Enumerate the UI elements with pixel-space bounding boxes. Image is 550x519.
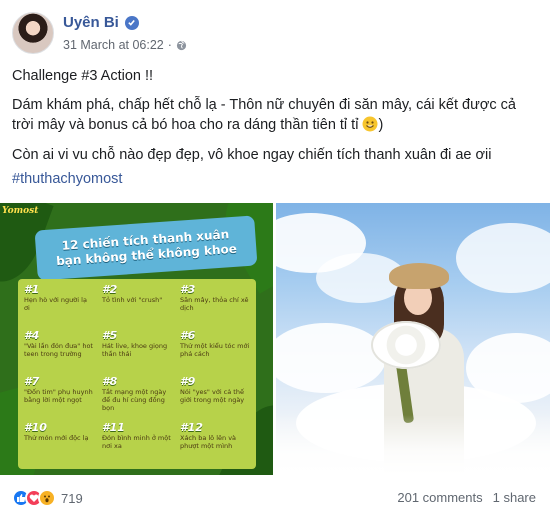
post-stats: 201 comments 1 share	[397, 490, 536, 505]
challenge-number: #3	[180, 283, 196, 296]
challenge-text: Xách ba lô lên và phượt một mình	[180, 434, 237, 450]
cloud	[456, 223, 550, 293]
author-name[interactable]: Uyên Bi	[63, 14, 119, 31]
challenge-text: "Đốn tim" phụ huynh bằng lời một ngọt	[24, 388, 93, 404]
post-text-paren: )	[378, 117, 384, 133]
meta-separator: ·	[167, 38, 172, 52]
flower-bouquet	[371, 321, 441, 369]
challenge-item: #1 Hẹn hò với người lạ ơi	[24, 283, 94, 312]
post-meta: 31 March at 06:22 ·	[63, 38, 187, 52]
verified-badge-icon	[124, 15, 139, 30]
challenge-number: #4	[24, 329, 40, 342]
infographic-board: 12 chiến tích thanh xuân bạn không thể k…	[18, 213, 258, 469]
globe-icon[interactable]	[176, 40, 187, 51]
post-text-line-1: Challenge #3 Action !!	[12, 68, 154, 84]
post-text-paragraph-2: Dám khám phá, chấp hết chỗ lạ - Thôn nữ …	[12, 95, 537, 135]
facebook-post: Uyên Bi 31 March at 06:22 · Challenge #3…	[0, 0, 550, 519]
avatar[interactable]	[12, 12, 54, 54]
challenge-number: #5	[102, 329, 118, 342]
challenge-item: #8 Tắt mạng một ngày để đu hí cùng đồng b…	[102, 375, 172, 412]
shares-count-link[interactable]: 1 share	[493, 490, 536, 505]
challenge-text: "Vài lần đón đưa" hot teen trong trường	[24, 342, 93, 358]
challenge-text: Hẹn hò với người lạ ơi	[24, 296, 87, 312]
challenge-number: #1	[24, 283, 40, 296]
challenge-text: Tắt mạng một ngày để đu hí cùng đồng bọn	[102, 388, 167, 412]
post-text-paragraph-3: Còn ai vi vu chỗ nào đẹp đẹp, vô khoe ng…	[12, 147, 492, 163]
challenge-text: Hát live, khoe giọng thần thái	[102, 342, 168, 358]
challenge-item: #10 Thử món mới độc lạ	[24, 421, 94, 442]
challenge-number: #8	[102, 375, 118, 388]
challenge-item: #6 Thử một kiểu tóc mới phá cách	[180, 329, 250, 358]
challenge-item: #3 Săn mây, thỏa chí xê dịch	[180, 283, 250, 312]
challenge-text: Nói "yes" với cả thế giới trong một ngày	[180, 388, 245, 404]
challenge-text: Đón bình minh ở một nơi xa	[102, 434, 171, 450]
foreground-flowers	[276, 415, 550, 475]
photo-infographic[interactable]: Yomost 12 chiến tích thanh xuân bạn khôn…	[0, 203, 273, 475]
comments-count-link[interactable]: 201 comments	[397, 490, 482, 505]
straw-hat	[389, 263, 449, 289]
infographic-title: 12 chiến tích thanh xuân bạn không thể k…	[34, 215, 258, 281]
challenge-text: Thử một kiểu tóc mới phá cách	[180, 342, 250, 358]
challenge-item: #11 Đón bình minh ở một nơi xa	[102, 421, 172, 450]
wow-reaction-icon	[38, 489, 56, 507]
challenge-item: #2 Tỏ tình với "crush"	[102, 283, 172, 304]
challenge-item: #5 Hát live, khoe giọng thần thái	[102, 329, 172, 358]
post-text-body: Dám khám phá, chấp hết chỗ lạ - Thôn nữ …	[12, 97, 516, 133]
challenge-text: Tỏ tình với "crush"	[102, 296, 163, 304]
challenge-item: #4 "Vài lần đón đưa" hot teen trong trườn…	[24, 329, 94, 358]
reaction-count: 719	[61, 490, 83, 506]
challenge-number: #9	[180, 375, 196, 388]
challenge-number: #7	[24, 375, 40, 388]
challenge-item: #7 "Đốn tim" phụ huynh bằng lời một ngọt	[24, 375, 94, 404]
smile-emoji-icon	[362, 116, 378, 132]
hashtag-link[interactable]: #thuthachyomost	[12, 171, 122, 187]
challenge-item: #9 Nói "yes" với cả thế giới trong một ng…	[180, 375, 250, 404]
challenge-text: Thử món mới độc lạ	[24, 434, 89, 442]
challenge-number: #6	[180, 329, 196, 342]
post-timestamp[interactable]: 31 March at 06:22	[63, 38, 164, 52]
cloud	[276, 323, 386, 393]
challenge-number: #10	[24, 421, 47, 434]
post-author: Uyên Bi	[63, 14, 139, 31]
infographic-grid: #1 Hẹn hò với người lạ ơi #2 Tỏ tình với "…	[18, 279, 256, 469]
challenge-number: #12	[180, 421, 203, 434]
challenge-number: #2	[102, 283, 118, 296]
challenge-number: #11	[102, 421, 125, 434]
challenge-item: #12 Xách ba lô lên và phượt một mình	[180, 421, 250, 450]
photo-girl-with-flowers[interactable]	[276, 203, 550, 475]
reactions-summary[interactable]: 719	[12, 489, 83, 507]
challenge-text: Săn mây, thỏa chí xê dịch	[180, 296, 249, 312]
